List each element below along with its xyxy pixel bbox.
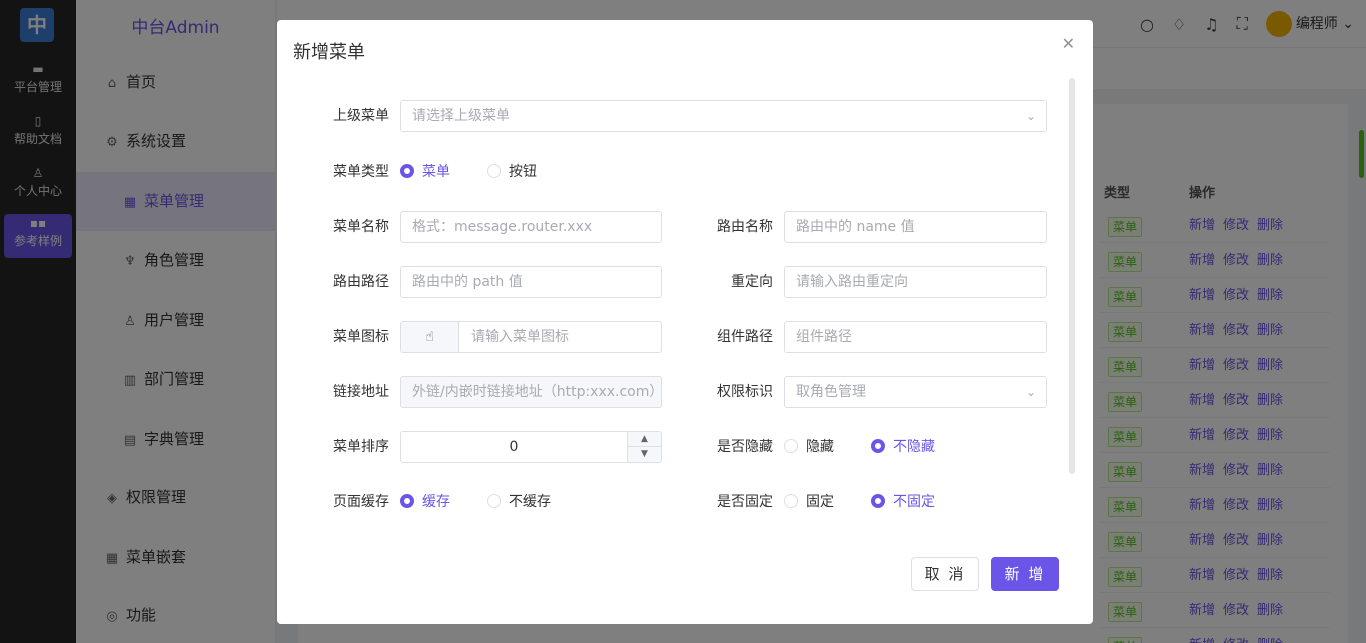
cache-radio-yes[interactable]: 缓存 [400,486,450,518]
add-menu-dialog: 新增菜单 ✕ 上级菜单 请选择上级菜单 ⌄ 菜单类型 菜单 按钮 菜单名称 格式… [277,20,1093,624]
submit-button[interactable]: 新 增 [991,557,1059,591]
hidden-radio-no[interactable]: 不隐藏 [871,431,935,463]
redirect-label: 重定向 [731,274,773,290]
chevron-up-icon[interactable]: ▲ [628,432,661,447]
menu-name-input[interactable]: 格式：message.router.xxx [400,211,662,243]
route-name-label: 路由名称 [717,219,773,235]
component-path-input[interactable]: 组件路径 [784,321,1047,353]
permission-label: 权限标识 [717,384,773,400]
link-url-input[interactable]: 外链/内嵌时链接地址（http:xxx.com） [400,376,662,408]
stepper-buttons: ▲ ▼ [627,432,661,462]
affix-radio-yes[interactable]: 固定 [784,486,834,518]
menu-icon-input[interactable]: ☝ 请输入菜单图标 [400,321,662,353]
menu-type-radio-menu[interactable]: 菜单 [400,156,450,188]
chevron-down-icon: ⌄ [1025,109,1036,123]
dialog-scrollbar[interactable] [1069,78,1075,474]
menu-sort-label: 菜单排序 [333,439,389,455]
permission-select[interactable]: 取角色管理 ⌄ [784,376,1047,408]
hidden-label: 是否隐藏 [717,439,773,455]
parent-menu-select[interactable]: 请选择上级菜单 ⌄ [400,100,1047,132]
parent-menu-label: 上级菜单 [333,108,389,124]
menu-sort-stepper[interactable]: 0 ▲ ▼ [400,431,662,463]
menu-type-label: 菜单类型 [333,164,389,180]
dialog-title: 新增菜单 [293,42,365,63]
menu-type-radio-button[interactable]: 按钮 [487,156,537,188]
affix-label: 是否固定 [717,494,773,510]
cancel-button[interactable]: 取 消 [911,557,979,591]
page-cache-label: 页面缓存 [333,494,389,510]
chevron-down-icon[interactable]: ▼ [628,447,661,462]
menu-name-label: 菜单名称 [333,219,389,235]
route-name-input[interactable]: 路由中的 name 值 [784,211,1047,243]
cache-radio-no[interactable]: 不缓存 [487,486,551,518]
close-icon[interactable]: ✕ [1062,34,1075,53]
chevron-down-icon: ⌄ [1025,385,1036,399]
component-path-label: 组件路径 [717,329,773,345]
link-url-label: 链接地址 [333,384,389,400]
pointer-icon[interactable]: ☝ [401,322,459,352]
hidden-radio-yes[interactable]: 隐藏 [784,431,834,463]
route-path-input[interactable]: 路由中的 path 值 [400,266,662,298]
route-path-label: 路由路径 [333,274,389,290]
affix-radio-no[interactable]: 不固定 [871,486,935,518]
redirect-input[interactable]: 请输入路由重定向 [784,266,1047,298]
menu-icon-label: 菜单图标 [333,329,389,345]
